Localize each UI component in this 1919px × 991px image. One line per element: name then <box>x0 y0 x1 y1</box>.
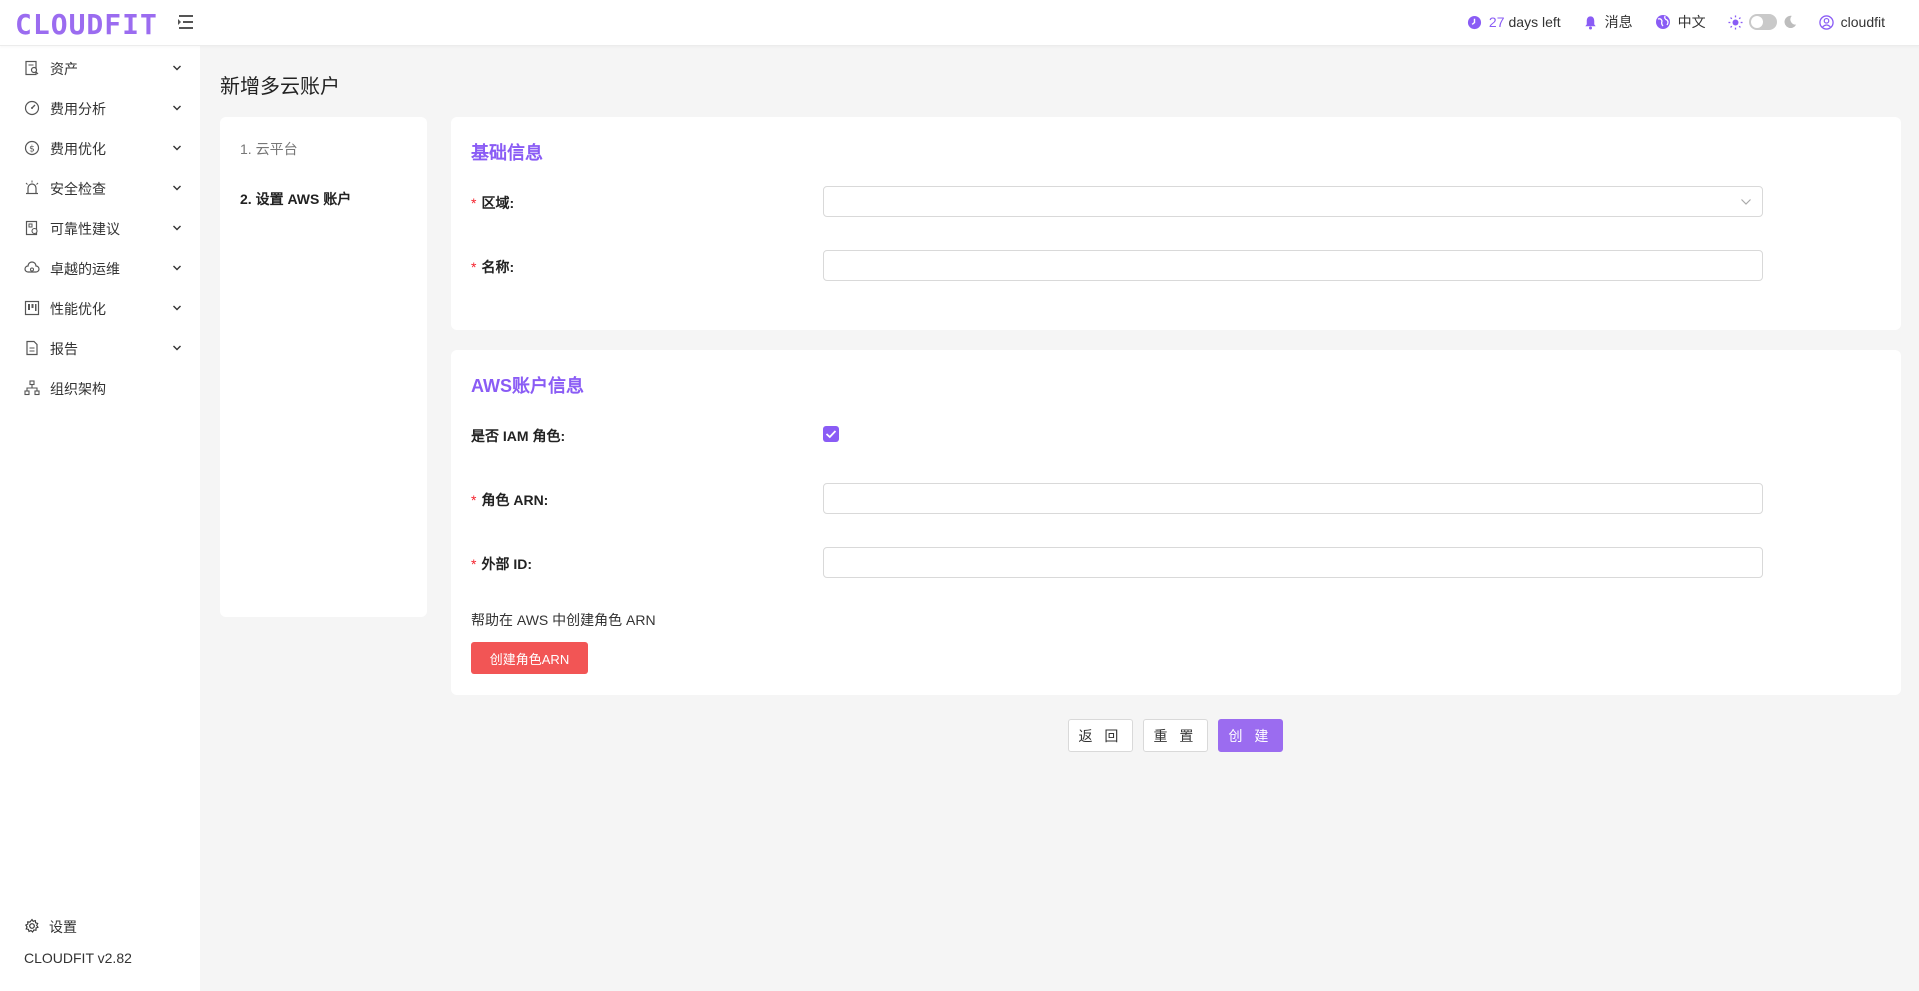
sidebar-item-assets[interactable]: 资产 <box>0 48 200 88</box>
external-id-input[interactable] <box>823 547 1763 578</box>
sun-icon <box>1728 14 1743 30</box>
language-label: 中文 <box>1677 14 1706 30</box>
clock-icon <box>1467 15 1481 29</box>
sidebar-item-operational-excellence[interactable]: 卓越的运维 <box>0 248 200 288</box>
language-switch[interactable]: 中文 <box>1655 12 1706 32</box>
document-check-icon <box>25 220 38 236</box>
sidebar-item-label: 费用分析 <box>50 101 106 117</box>
iam-role-checkbox[interactable] <box>823 426 839 442</box>
page-title: 新增多云账户 <box>220 76 340 98</box>
role-arn-input[interactable] <box>823 483 1763 514</box>
chevron-down-icon <box>173 345 181 351</box>
sidebar-item-label: 组织架构 <box>50 381 106 397</box>
back-button[interactable]: 返 回 <box>1068 719 1133 752</box>
chevron-down-icon <box>173 305 181 311</box>
report-file-icon <box>26 340 38 356</box>
globe-icon <box>1655 15 1670 29</box>
cloud-sync-icon <box>24 261 40 273</box>
dashboard-gauge-icon <box>24 100 40 116</box>
sidebar-item-label: 性能优化 <box>50 301 106 317</box>
name-input[interactable] <box>823 250 1763 281</box>
messages-label: 消息 <box>1604 14 1633 30</box>
trial-days: 27 <box>1488 14 1505 30</box>
bell-icon <box>1584 15 1596 29</box>
step-cloud-platform[interactable]: 1. 云平台 <box>240 139 298 159</box>
sidebar-item-cost-optimization[interactable]: $ 费用优化 <box>0 128 200 168</box>
reset-button[interactable]: 重 置 <box>1143 719 1208 752</box>
sidebar-item-label: 报告 <box>50 341 78 357</box>
required-mark: * <box>471 492 477 508</box>
steps-panel: 1. 云平台 2. 设置 AWS 账户 <box>220 117 427 617</box>
theme-toggle[interactable] <box>1748 14 1777 30</box>
aws-info-card: AWS账户信息 是否 IAM 角色: * 角色 ARN: * 外部 ID: 帮助在 … <box>451 350 1901 695</box>
required-mark: * <box>471 556 477 572</box>
sidebar-item-reports[interactable]: 报告 <box>0 328 200 368</box>
moon-icon <box>1784 15 1796 29</box>
sidebar-item-reliability[interactable]: 可靠性建议 <box>0 208 200 248</box>
settings-label: 设置 <box>49 919 77 935</box>
messages-link[interactable]: 消息 <box>1583 12 1633 32</box>
menu-toggle-icon[interactable] <box>176 13 196 31</box>
external-id-label: * 外部 ID: <box>471 556 533 572</box>
sidebar-item-security-check[interactable]: 安全检查 <box>0 168 200 208</box>
role-arn-label: * 角色 ARN: <box>471 492 549 508</box>
section-title: AWS账户信息 <box>471 376 585 396</box>
sidebar-item-performance[interactable]: 性能优化 <box>0 288 200 328</box>
trial-status[interactable]: 27 days left <box>1467 14 1561 30</box>
sidebar-item-label: 安全检查 <box>50 181 106 197</box>
create-button[interactable]: 创 建 <box>1218 719 1283 752</box>
gear-icon <box>24 918 39 933</box>
asset-search-icon <box>25 60 39 76</box>
dollar-circle-icon: $ <box>24 140 40 156</box>
sidebar-item-label: 可靠性建议 <box>50 221 120 237</box>
sidebar-item-cost-analysis[interactable]: 费用分析 <box>0 88 200 128</box>
required-mark: * <box>471 259 477 275</box>
name-label: * 名称: <box>471 259 515 275</box>
alarm-light-icon <box>25 180 39 195</box>
org-chart-icon <box>24 380 40 396</box>
create-role-arn-button[interactable]: 创建角色ARN <box>471 642 588 674</box>
chevron-down-icon <box>173 265 181 271</box>
top-header: CLOUDFIT 27 days left 消息 中文 cloudfit <box>0 0 1919 46</box>
user-menu[interactable]: cloudfit <box>1818 14 1885 30</box>
sidebar-item-organization[interactable]: 组织架构 <box>0 368 200 408</box>
app-version: CLOUDFIT v2.82 <box>24 950 132 966</box>
basic-info-card: 基础信息 * 区域: * 名称: <box>451 117 1901 330</box>
sidebar-item-label: 费用优化 <box>50 141 106 157</box>
chevron-down-icon <box>1741 199 1751 205</box>
sidebar-item-label: 资产 <box>50 61 78 77</box>
username: cloudfit <box>1840 14 1885 30</box>
theme-switch[interactable] <box>1728 14 1797 30</box>
create-arn-help-text: 帮助在 AWS 中创建角色 ARN <box>471 612 656 628</box>
section-title: 基础信息 <box>471 143 543 163</box>
sidebar-item-settings[interactable]: 设置 <box>0 906 200 946</box>
board-icon <box>24 300 40 316</box>
sidebar-item-label: 卓越的运维 <box>50 261 120 277</box>
region-select[interactable] <box>823 186 1763 217</box>
chevron-down-icon <box>173 145 181 151</box>
logo[interactable]: CLOUDFIT <box>15 8 158 41</box>
required-mark: * <box>471 195 477 211</box>
trial-suffix: days left <box>1508 14 1561 30</box>
iam-role-label: 是否 IAM 角色: <box>471 428 566 444</box>
chevron-down-icon <box>173 225 181 231</box>
check-icon <box>825 430 837 439</box>
chevron-down-icon <box>173 105 181 111</box>
step-setup-aws-account[interactable]: 2. 设置 AWS 账户 <box>240 189 351 209</box>
chevron-down-icon <box>173 185 181 191</box>
region-label: * 区域: <box>471 195 515 211</box>
user-avatar-icon <box>1818 14 1834 30</box>
sidebar: 资产 费用分析 $ 费用优化 安全检查 可靠性建议 卓越的运维 性能优化 报告 … <box>0 46 200 991</box>
svg-text:$: $ <box>29 145 35 155</box>
chevron-down-icon <box>173 65 181 71</box>
